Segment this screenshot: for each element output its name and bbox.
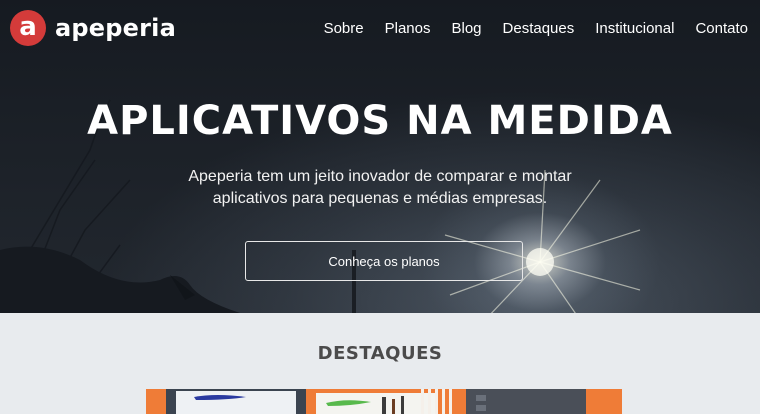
top-navigation: a apeperia Sobre Planos Blog Destaques I… xyxy=(0,0,760,56)
hero-subtitle: Apeperia tem um jeito inovador de compar… xyxy=(150,166,610,210)
logo-icon: a xyxy=(10,10,46,46)
nav-link-destaques[interactable]: Destaques xyxy=(503,20,575,37)
logo-letter: a xyxy=(19,11,37,42)
hero-section: a apeperia Sobre Planos Blog Destaques I… xyxy=(0,0,760,313)
main-menu: Sobre Planos Blog Destaques Instituciona… xyxy=(324,20,748,37)
nav-link-contato[interactable]: Contato xyxy=(695,20,748,37)
featured-illustration[interactable] xyxy=(146,389,622,414)
nav-link-sobre[interactable]: Sobre xyxy=(324,20,364,37)
silhouette-shape xyxy=(0,246,240,313)
nav-link-planos[interactable]: Planos xyxy=(385,20,431,37)
brand-name: apeperia xyxy=(55,14,176,42)
nav-link-institucional[interactable]: Institucional xyxy=(595,20,674,37)
illustration-graphic xyxy=(166,389,622,414)
nav-link-blog[interactable]: Blog xyxy=(451,20,481,37)
plans-button[interactable]: Conheça os planos xyxy=(245,241,523,281)
hero-subtitle-line-2: aplicativos para pequenas e médias empre… xyxy=(212,190,548,207)
hero-subtitle-line-1: Apeperia tem um jeito inovador de compar… xyxy=(188,168,572,185)
highlights-section: DESTAQUES xyxy=(0,313,760,414)
section-title: DESTAQUES xyxy=(317,343,443,364)
brand-logo[interactable]: a apeperia xyxy=(10,10,176,46)
sun-core xyxy=(526,248,554,276)
hero-title: APLICATIVOS NA MEDIDA xyxy=(87,98,673,144)
